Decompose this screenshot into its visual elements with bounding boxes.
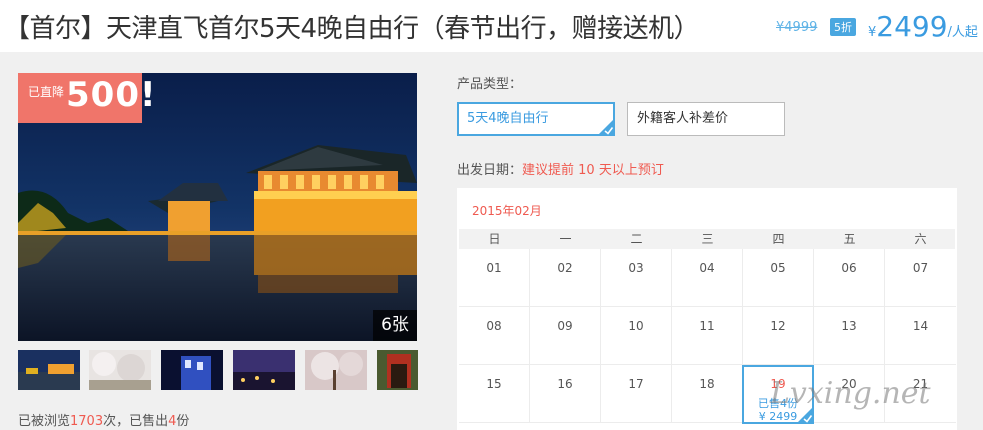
calendar-day[interactable]: 18 — [672, 365, 743, 423]
option-5d4n[interactable]: 5天4晚自由行 — [457, 102, 615, 136]
thumbnail-3[interactable] — [161, 350, 223, 390]
discount-badge: 5折 — [830, 18, 856, 36]
photo-count[interactable]: 6张 — [373, 310, 417, 341]
calendar-day[interactable]: 17 — [601, 365, 672, 423]
views-prefix: 已被浏览 — [18, 414, 71, 429]
price-value: 2499 — [876, 10, 948, 43]
thumbnail-strip — [18, 350, 418, 390]
option-foreigner-surcharge[interactable]: 外籍客人补差价 — [627, 102, 785, 136]
views-suffix: 次，已售出 — [103, 414, 169, 429]
calendar-day[interactable]: 03 — [601, 249, 672, 307]
price-box: ¥4999 5折 ¥2499/人起 — [776, 10, 983, 43]
weekday-mon: 一 — [559, 232, 572, 246]
price-unit: /人起 — [947, 25, 978, 40]
calendar-day[interactable]: 12 — [743, 307, 814, 365]
check-icon — [598, 119, 614, 135]
sold-suffix: 份 — [176, 414, 190, 429]
calendar-day[interactable]: 13 — [814, 307, 885, 365]
thumbnail-4[interactable] — [233, 350, 295, 390]
product-title: 【首尔】天津直飞首尔5天4晚自由行（春节出行，赠接送机） — [4, 14, 700, 44]
weekday-sun: 日 — [488, 232, 501, 246]
original-price: ¥4999 — [776, 20, 818, 35]
weekday-wed: 三 — [701, 232, 714, 246]
price-drop-amount: 500! — [66, 75, 157, 115]
product-main: 已直降 500! 6张 已被浏览1703次，已售出4份 产品类型： 5天4晚自由… — [0, 52, 983, 430]
thumbnail-6[interactable] — [377, 350, 418, 390]
weekday-tue: 二 — [630, 232, 643, 246]
calendar-day[interactable]: 09 — [530, 307, 601, 365]
calendar-day[interactable]: 08 — [459, 307, 530, 365]
price-drop-label: 已直降 — [28, 85, 65, 99]
weekday-fri: 五 — [843, 232, 856, 246]
option-label: 5天4晚自由行 — [467, 111, 549, 126]
thumbnail-1[interactable] — [18, 350, 80, 390]
weekday-thu: 四 — [772, 232, 785, 246]
calendar-day[interactable]: 07 — [885, 249, 956, 307]
weekday-header: 日 一 二 三 四 五 六 — [459, 229, 955, 249]
option-label: 外籍客人补差价 — [637, 111, 729, 126]
calendar-day[interactable]: 15 — [459, 365, 530, 423]
weekday-sat: 六 — [914, 232, 927, 246]
current-price: ¥2499/人起 — [868, 10, 978, 43]
departure-label: 出发日期： — [457, 163, 523, 178]
thumbnail-5[interactable] — [305, 350, 367, 390]
calendar-day[interactable]: 10 — [601, 307, 672, 365]
calendar-day[interactable]: 02 — [530, 249, 601, 307]
price-drop-badge: 已直降 500! — [18, 73, 155, 123]
calendar-day[interactable]: 14 — [885, 307, 956, 365]
site-watermark: Lvxing.net — [770, 376, 931, 411]
calendar-day[interactable]: 01 — [459, 249, 530, 307]
views-count: 1703 — [70, 414, 104, 429]
calendar-day[interactable]: 11 — [672, 307, 743, 365]
booking-note: 建议提前 10 天以上预订 — [522, 163, 664, 178]
calendar-day[interactable]: 06 — [814, 249, 885, 307]
sales-stats: 已被浏览1703次，已售出4份 — [18, 410, 189, 429]
calendar-day[interactable]: 05 — [743, 249, 814, 307]
departure-date-label: 出发日期：建议提前 10 天以上预订 — [457, 159, 664, 178]
product-type-label: 产品类型： — [457, 77, 523, 92]
calendar-month: 2015年02月 — [472, 204, 542, 218]
calendar-day[interactable]: 16 — [530, 365, 601, 423]
calendar-day[interactable]: 04 — [672, 249, 743, 307]
thumbnail-2[interactable] — [89, 350, 151, 390]
